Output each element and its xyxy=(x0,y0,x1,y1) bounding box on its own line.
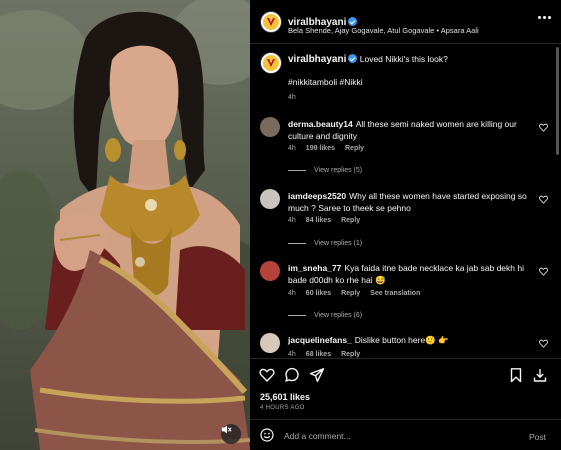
view-replies-toggle[interactable]: View replies (1) xyxy=(288,240,362,247)
comment-time: 4h xyxy=(288,217,296,224)
view-replies-toggle[interactable]: View replies (5) xyxy=(288,167,362,174)
comment-body: im_sneha_77 Kya faida itne bade necklace … xyxy=(288,262,530,286)
likes-count[interactable]: 25,601 likes xyxy=(260,392,310,402)
comment-likes[interactable]: 84 likes xyxy=(306,217,331,224)
comment-username[interactable]: im_sneha_77 xyxy=(288,263,341,273)
add-comment-bar: Post xyxy=(250,419,561,450)
view-replies-label[interactable]: View replies (6) xyxy=(314,312,362,319)
bookmark-icon[interactable] xyxy=(508,367,524,383)
post-header: viralbhayani Bela Shende, Ajay Gogavale,… xyxy=(250,0,561,44)
post-detail-panel: viralbhayani Bela Shende, Ajay Gogavale,… xyxy=(250,0,561,450)
verified-badge-icon xyxy=(348,17,358,26)
comment-likes[interactable]: 199 likes xyxy=(306,145,335,152)
comment-time: 4h xyxy=(288,145,296,152)
brand-logo xyxy=(263,14,279,30)
comment-body: jacquelinefans_ Dislike button here🙂 👉 xyxy=(288,334,530,346)
like-comment-heart-icon[interactable] xyxy=(539,123,548,132)
heart-icon[interactable] xyxy=(259,367,275,383)
like-comment-heart-icon[interactable] xyxy=(539,195,548,204)
comment-username[interactable]: iamdeeps2520 xyxy=(288,191,346,201)
muted-speaker-icon xyxy=(221,425,232,434)
post-timestamp: 4 HOURS AGO xyxy=(260,405,305,411)
verified-badge-icon xyxy=(348,54,358,63)
commenter-avatar[interactable] xyxy=(260,333,280,353)
add-comment-input[interactable] xyxy=(284,427,514,445)
view-replies-toggle[interactable]: View replies (6) xyxy=(288,312,362,319)
caption-line: viralbhayani Loved Nikki's this look? xyxy=(288,54,538,65)
like-comment-heart-icon[interactable] xyxy=(539,339,548,348)
comment-username[interactable]: jacquelinefans_ xyxy=(288,335,352,345)
reply-button[interactable]: Reply xyxy=(341,217,360,224)
comment-meta: 4h 84 likes Reply xyxy=(288,217,360,224)
comment-body: iamdeeps2520 Why all these women have sta… xyxy=(288,190,530,214)
comment-time: 4h xyxy=(288,290,296,297)
audio-subtitle[interactable]: Bela Shende, Ajay Gogavale, Atul Gogaval… xyxy=(288,26,479,35)
more-options-icon[interactable] xyxy=(538,16,551,19)
comment-meta: 4h 199 likes Reply xyxy=(288,145,364,152)
comment-text: Dislike button here🙂 👉 xyxy=(354,335,449,345)
comment-likes[interactable]: 68 likes xyxy=(306,351,331,358)
action-bar xyxy=(250,358,561,388)
v-logo-icon xyxy=(267,59,275,67)
comment-meta: 4h 68 likes Reply xyxy=(288,351,360,358)
replies-divider xyxy=(288,170,306,171)
commenter-avatar[interactable] xyxy=(260,189,280,209)
reply-button[interactable]: Reply xyxy=(341,351,360,358)
post-media[interactable] xyxy=(0,0,250,450)
comment-username[interactable]: derma.beauty14 xyxy=(288,119,353,129)
download-icon[interactable] xyxy=(532,367,548,383)
caption-hashtags[interactable]: #nikkitamboli #Nikki xyxy=(288,77,363,87)
commenter-avatar[interactable] xyxy=(260,261,280,281)
caption-username[interactable]: viralbhayani xyxy=(288,54,346,65)
caption-timestamp: 4h xyxy=(288,94,296,101)
send-icon[interactable] xyxy=(309,367,325,383)
comment-icon[interactable] xyxy=(284,367,300,383)
comment-time: 4h xyxy=(288,351,296,358)
comments-scrollbar[interactable] xyxy=(556,47,559,155)
caption-text: Loved Nikki's this look? xyxy=(359,54,448,64)
commenter-avatar[interactable] xyxy=(260,117,280,137)
v-logo-icon xyxy=(267,18,275,26)
replies-divider xyxy=(288,243,306,244)
emoji-icon[interactable] xyxy=(260,428,274,442)
comment-body: derma.beauty14 All these semi naked women… xyxy=(288,118,530,142)
view-replies-label[interactable]: View replies (5) xyxy=(314,167,362,174)
caption-avatar[interactable] xyxy=(260,52,282,74)
comments-scroll-area[interactable]: viralbhayani Loved Nikki's this look? #n… xyxy=(250,45,561,358)
view-replies-label[interactable]: View replies (1) xyxy=(314,240,362,247)
replies-divider xyxy=(288,315,306,316)
mute-toggle-button[interactable] xyxy=(221,424,241,444)
reply-button[interactable]: Reply xyxy=(345,145,364,152)
post-photo xyxy=(0,0,250,450)
reply-button[interactable]: Reply xyxy=(341,290,360,297)
like-comment-heart-icon[interactable] xyxy=(539,267,548,276)
comment-meta: 4h 60 likes Reply See translation xyxy=(288,290,420,297)
comment-likes[interactable]: 60 likes xyxy=(306,290,331,297)
see-translation-button[interactable]: See translation xyxy=(370,290,420,297)
brand-logo xyxy=(263,55,279,71)
post-comment-button[interactable]: Post xyxy=(529,432,546,442)
avatar[interactable] xyxy=(260,11,282,33)
